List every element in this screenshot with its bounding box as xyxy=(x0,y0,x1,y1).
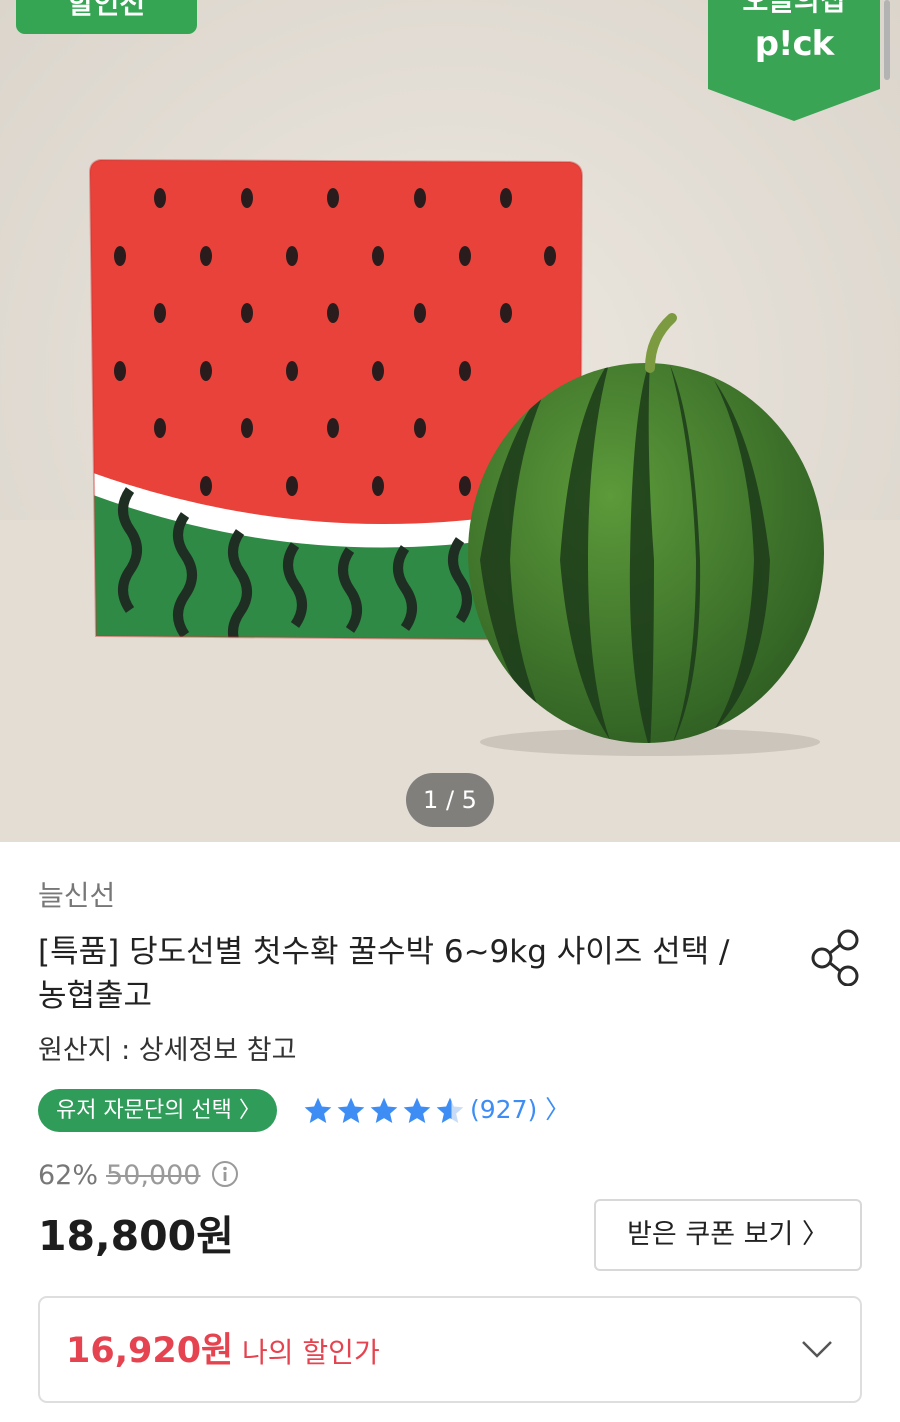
origin-text: 원산지 : 상세정보 참고 xyxy=(38,1035,297,1066)
star-icon xyxy=(337,1097,365,1123)
advisor-pick-chip[interactable]: 유저 자문단의 선택 〉 xyxy=(38,1089,277,1132)
discount-row: 62% 50,000 xyxy=(38,1156,239,1196)
product-photo xyxy=(0,0,900,842)
rating-stars[interactable] xyxy=(302,1094,467,1128)
product-image-carousel[interactable]: 할인전 오늘의집 p!ck 1 / 5 xyxy=(0,0,900,842)
my-discount-price-label: 나의 할인가 xyxy=(242,1336,380,1369)
star-icon xyxy=(304,1097,332,1123)
view-coupons-button[interactable]: 받은 쿠폰 보기 〉 xyxy=(594,1199,862,1271)
sale-badge: 할인전 xyxy=(16,0,197,34)
my-discount-price-dropdown[interactable]: 16,920원 나의 할인가 xyxy=(38,1296,862,1403)
seller-name[interactable]: 늘신선 xyxy=(38,874,115,914)
chevron-down-icon xyxy=(802,1341,832,1358)
my-discount-price: 16,920원 xyxy=(66,1331,234,1371)
sale-price: 18,800원 xyxy=(38,1212,234,1260)
half-star-icon xyxy=(436,1097,464,1123)
info-icon[interactable] xyxy=(211,1160,239,1188)
share-icon[interactable] xyxy=(810,928,862,986)
discount-rate: 62% xyxy=(38,1160,99,1191)
editor-pick-badge: 오늘의집 p!ck xyxy=(708,0,880,121)
image-page-indicator: 1 / 5 xyxy=(406,773,494,827)
original-price: 50,000 xyxy=(106,1160,201,1191)
star-icon xyxy=(403,1097,431,1123)
pick-badge-top-text: 오늘의집 xyxy=(742,0,846,17)
star-icon xyxy=(370,1097,398,1123)
scrollbar[interactable] xyxy=(884,0,890,80)
product-title: [특품] 당도선별 첫수확 꿀수박 6~9kg 사이즈 선택 / 농협출고 xyxy=(38,934,730,1014)
pick-badge-bottom-text: p!ck xyxy=(754,24,835,64)
review-count-link[interactable]: (927) 〉 xyxy=(470,1093,570,1127)
